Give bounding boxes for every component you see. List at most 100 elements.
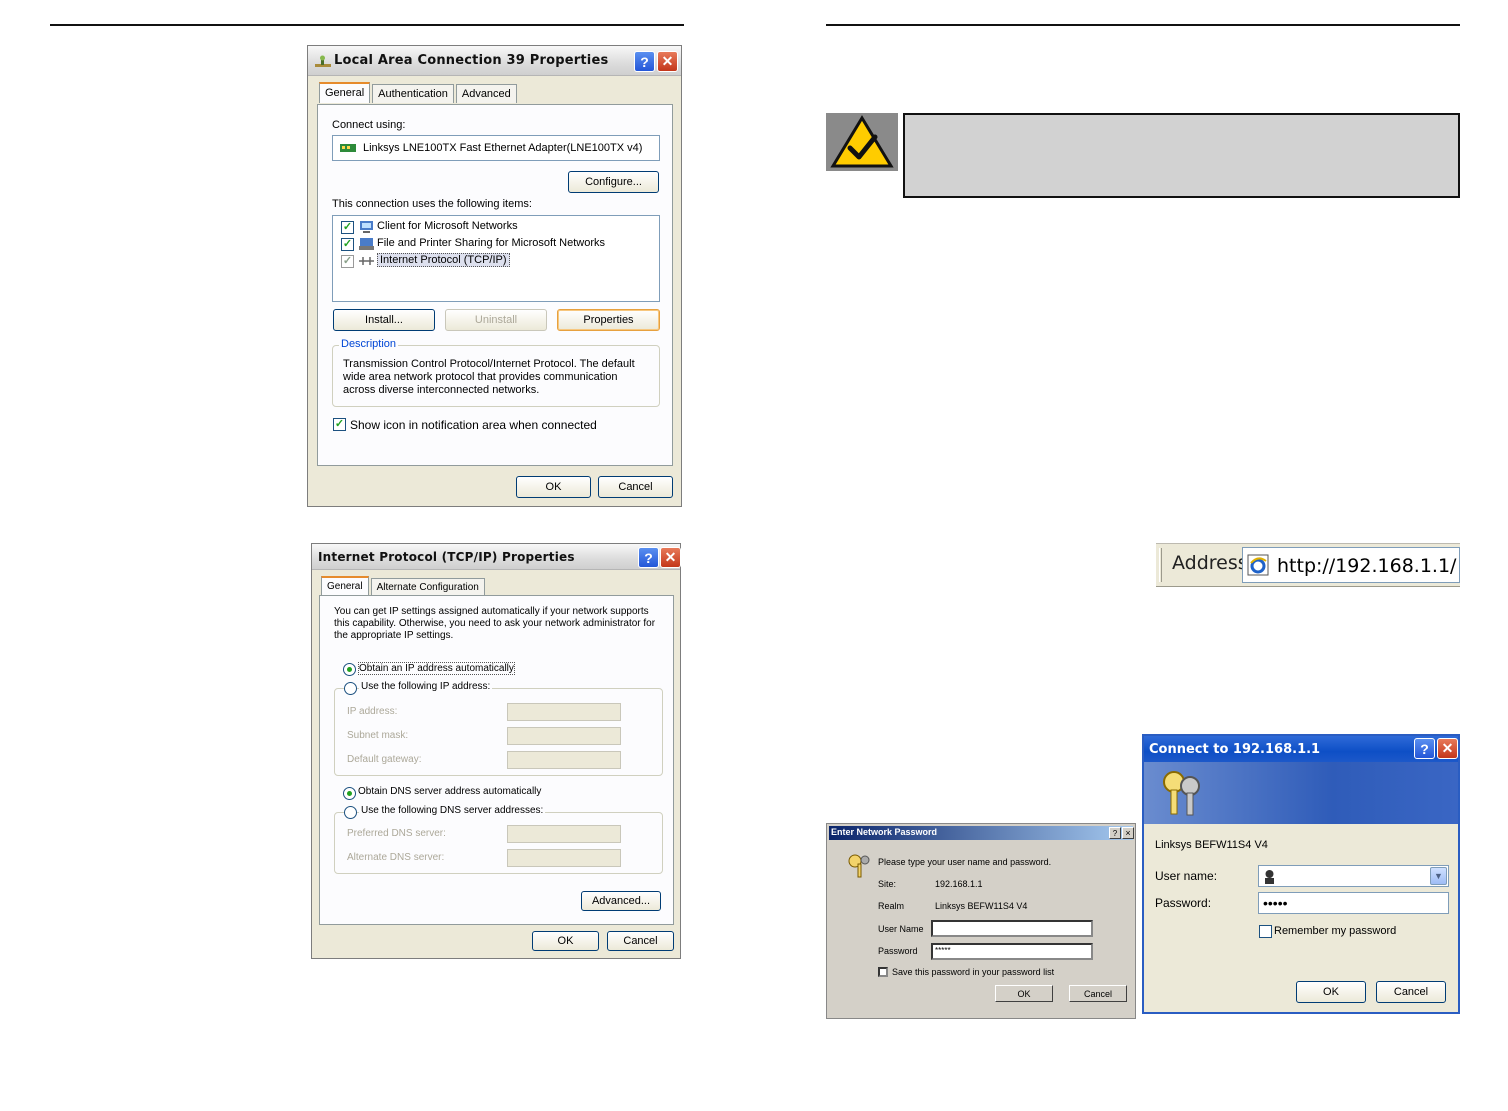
connect-dialog-title: Connect to 192.168.1.1 [1149, 742, 1321, 757]
ip-address-label: IP address: [347, 706, 398, 717]
connect-banner [1144, 762, 1458, 824]
tcpip-dialog-title: Internet Protocol (TCP/IP) Properties [318, 550, 575, 564]
item-client-label: Client for Microsoft Networks [377, 220, 518, 232]
alternate-dns-field[interactable] [507, 849, 621, 867]
item-checkbox-client[interactable]: ✓ [341, 221, 354, 234]
network-adapter-icon [340, 144, 356, 152]
close-button[interactable]: ✕ [657, 51, 678, 72]
properties-button[interactable]: Properties [557, 309, 660, 331]
note-icon-tile [826, 113, 898, 171]
save-password-label: Save this password in your password list [892, 967, 1055, 977]
lan-tabs: General Authentication Advanced [319, 82, 519, 103]
printer-sharing-icon [359, 238, 374, 250]
lan-dialog-title: Local Area Connection 39 Properties [334, 53, 609, 68]
password-label: Password [878, 946, 918, 956]
classic-prompt: Please type your user name and password. [878, 857, 1052, 867]
connect-realm: Linksys BEFW11S4 V4 [1155, 839, 1268, 851]
obtain-ip-radio[interactable] [343, 663, 356, 676]
tcpip-general-panel: You can get IP settings assigned automat… [319, 595, 674, 925]
close-button[interactable]: × [1122, 827, 1134, 839]
save-password-checkbox[interactable] [878, 967, 888, 977]
tab-general[interactable]: General [319, 82, 371, 103]
install-button[interactable]: Install... [333, 309, 435, 331]
components-list[interactable]: ✓ Client for Microsoft Networks ✓ File a… [332, 215, 660, 302]
preferred-dns-label: Preferred DNS server: [347, 828, 446, 839]
connect-using-label: Connect using: [332, 119, 406, 131]
classic-ok-button[interactable]: OK [995, 985, 1053, 1002]
help-button[interactable]: ? [1414, 738, 1435, 759]
remember-password-checkbox[interactable] [1259, 925, 1272, 938]
connect-cancel-button[interactable]: Cancel [1376, 981, 1446, 1003]
tcpip-ok-button[interactable]: OK [532, 931, 599, 951]
tab-authentication[interactable]: Authentication [372, 84, 454, 103]
checkmark-warning-icon [830, 115, 894, 168]
lan-general-panel: Connect using: Linksys LNE100TX Fast Eth… [317, 104, 673, 466]
use-dns-radio[interactable] [344, 806, 357, 819]
default-gateway-field[interactable] [507, 751, 621, 769]
ie-page-icon [1247, 554, 1269, 576]
obtain-dns-radio[interactable] [343, 787, 356, 800]
help-button[interactable]: ? [634, 51, 655, 72]
tcpip-cancel-button[interactable]: Cancel [607, 931, 674, 951]
realm-label: Realm [878, 901, 905, 911]
alternate-dns-label: Alternate DNS server: [347, 852, 445, 863]
tcpip-intro-text: You can get IP settings assigned automat… [334, 606, 656, 641]
item-checkbox-file-sharing[interactable]: ✓ [341, 238, 354, 251]
connect-user-combobox[interactable]: ▼ [1258, 865, 1449, 887]
client-network-icon [360, 221, 373, 233]
item-checkbox-tcpip[interactable]: ✓ [341, 255, 354, 268]
address-label: Address [1172, 552, 1248, 574]
site-label: Site: [878, 879, 897, 889]
connect-titlebar: Connect to 192.168.1.1 ? ✕ [1144, 736, 1458, 762]
classic-user-name-input[interactable] [931, 920, 1093, 937]
lan-cancel-button[interactable]: Cancel [598, 476, 673, 498]
connect-password-input[interactable]: ••••• [1258, 892, 1449, 914]
close-button[interactable]: ✕ [660, 547, 681, 568]
user-icon [1265, 870, 1274, 884]
connect-user-label: User name: [1155, 869, 1218, 883]
lan-titlebar: Local Area Connection 39 Properties ? ✕ [308, 46, 681, 76]
protocol-icon [359, 257, 374, 265]
subnet-mask-label: Subnet mask: [347, 730, 409, 741]
enter-network-password-dialog: Enter Network Password ? × Please type y… [826, 823, 1136, 1019]
address-bar: Address http://192.168.1.1/ [1156, 543, 1460, 587]
right-header-rule [826, 24, 1460, 26]
tcpip-properties-dialog: Internet Protocol (TCP/IP) Properties ? … [311, 543, 681, 959]
classic-cancel-button[interactable]: Cancel [1069, 985, 1127, 1002]
classic-titlebar: Enter Network Password ? × [829, 826, 1134, 840]
remember-password-label: Remember my password [1274, 925, 1397, 937]
use-dns-label: Use the following DNS server addresses: [359, 805, 546, 816]
lan-properties-dialog: Local Area Connection 39 Properties ? ✕ … [307, 45, 682, 507]
obtain-dns-label: Obtain DNS server address automatically [358, 786, 542, 797]
chevron-down-icon[interactable]: ▼ [1430, 867, 1447, 885]
address-input[interactable]: http://192.168.1.1/ [1242, 547, 1460, 583]
realm-value: Linksys BEFW11S4 V4 [935, 901, 1028, 911]
url-text: http://192.168.1.1/ [1277, 555, 1457, 577]
ip-address-field[interactable] [507, 703, 621, 721]
use-ip-radio[interactable] [344, 682, 357, 695]
help-button[interactable]: ? [1109, 827, 1121, 839]
description-text: Transmission Control Protocol/Internet P… [343, 358, 635, 396]
use-ip-label: Use the following IP address: [359, 681, 493, 692]
configure-button[interactable]: Configure... [568, 171, 659, 193]
close-button[interactable]: ✕ [1437, 738, 1458, 759]
show-icon-checkbox[interactable]: ✓ [333, 418, 346, 431]
note-box [903, 113, 1460, 198]
tab-general[interactable]: General [321, 576, 369, 597]
preferred-dns-field[interactable] [507, 825, 621, 843]
adapter-field: Linksys LNE100TX Fast Ethernet Adapter(L… [332, 135, 660, 161]
item-file-sharing-label: File and Printer Sharing for Microsoft N… [377, 237, 606, 249]
lan-ok-button[interactable]: OK [516, 476, 591, 498]
help-button[interactable]: ? [638, 547, 659, 568]
connect-ok-button[interactable]: OK [1296, 981, 1366, 1003]
network-connection-icon [315, 55, 331, 67]
classic-password-input[interactable]: ***** [931, 943, 1093, 960]
classic-dialog-title: Enter Network Password [831, 827, 938, 837]
default-gateway-label: Default gateway: [347, 754, 422, 765]
user-name-label: User Name [878, 924, 924, 934]
advanced-button[interactable]: Advanced... [581, 891, 661, 911]
connect-password-value: ••••• [1263, 895, 1288, 911]
tab-advanced[interactable]: Advanced [455, 84, 517, 103]
uninstall-button[interactable]: Uninstall [445, 309, 547, 331]
subnet-mask-field[interactable] [507, 727, 621, 745]
